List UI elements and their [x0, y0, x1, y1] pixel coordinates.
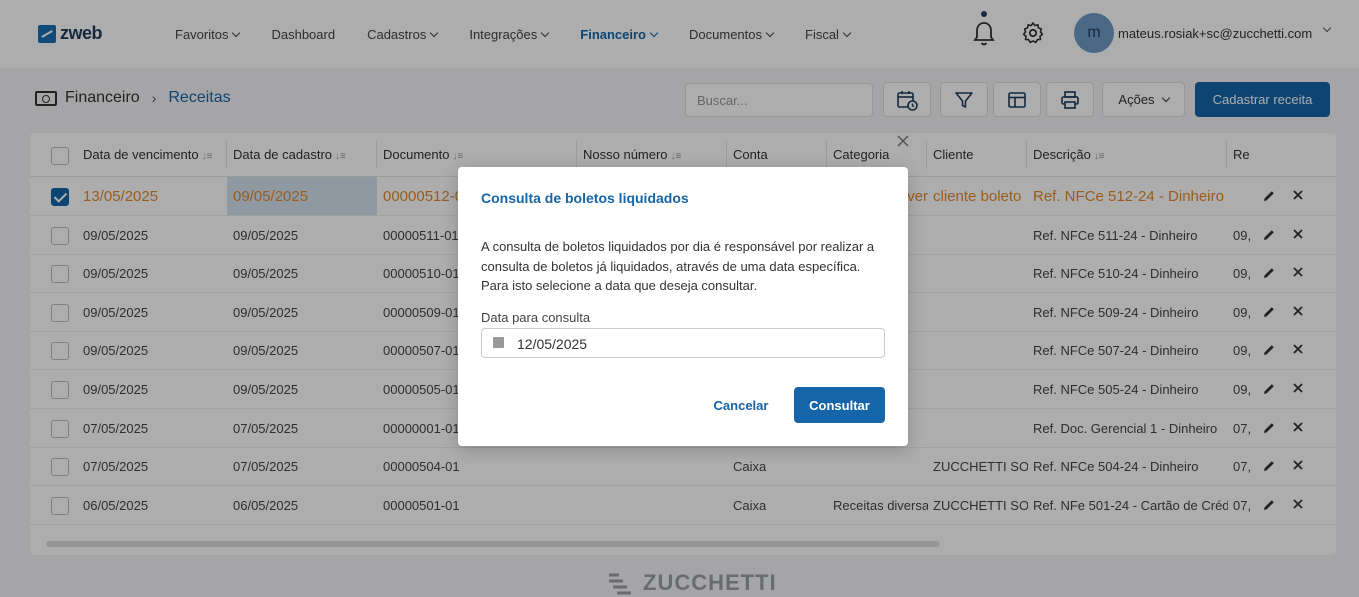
date-value: 12/05/2025: [517, 336, 588, 352]
dialog-title: Consulta de boletos liquidados: [481, 190, 689, 206]
consult-button[interactable]: Consultar: [794, 387, 885, 423]
settled-slips-dialog: Consulta de boletos liquidados A consult…: [458, 167, 908, 446]
date-field-label: Data para consulta: [481, 310, 591, 325]
cancel-button[interactable]: Cancelar: [706, 387, 776, 423]
dialog-description: A consulta de boletos liquidados por dia…: [481, 239, 875, 293]
calendar-icon: [493, 337, 504, 348]
date-field[interactable]: 12/05/2025: [481, 328, 885, 358]
close-icon[interactable]: [896, 134, 910, 148]
